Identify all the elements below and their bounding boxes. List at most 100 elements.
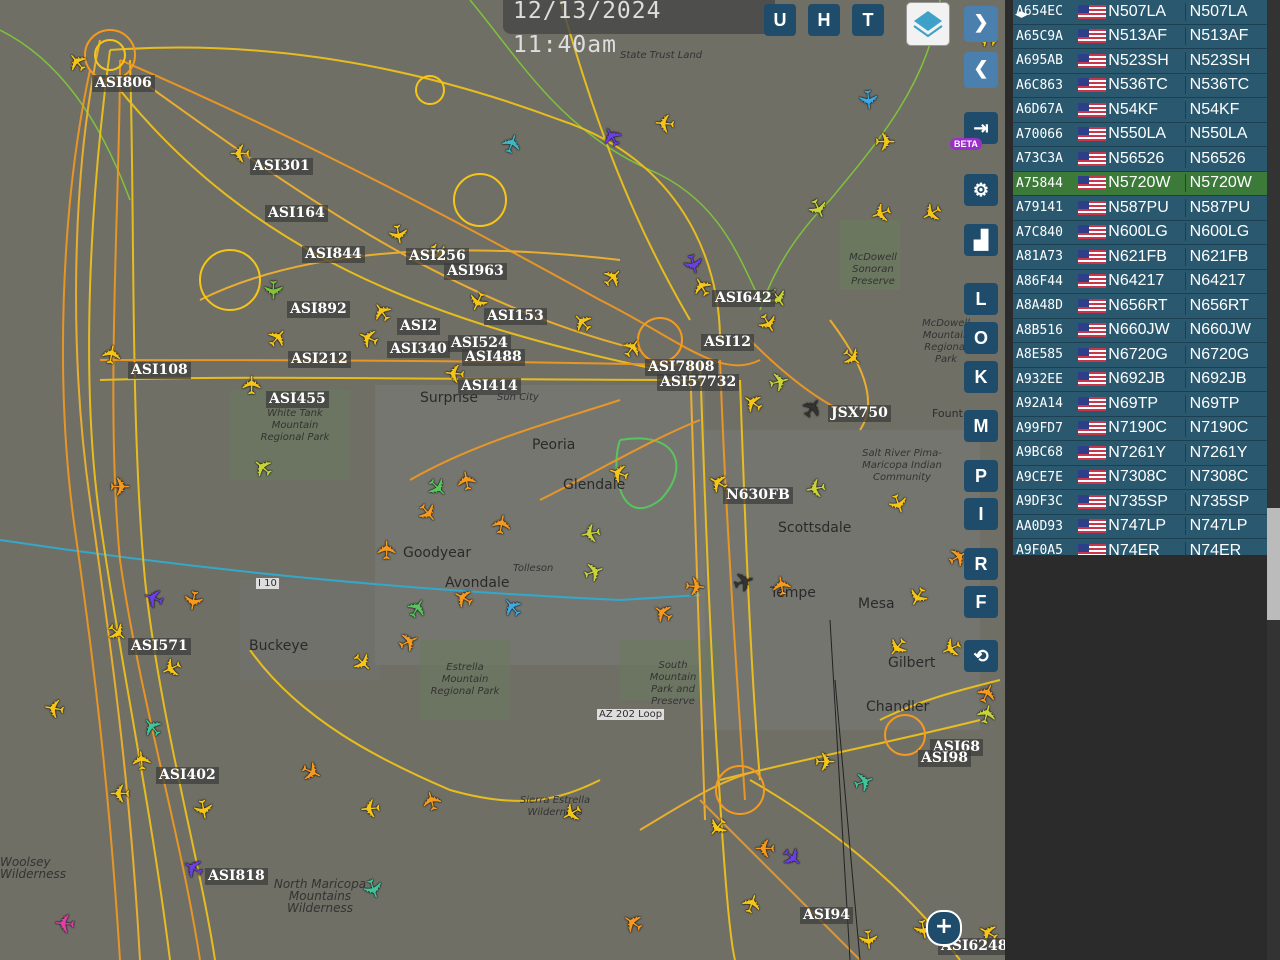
m-button[interactable]: M	[964, 410, 998, 442]
aircraft-label[interactable]: ASI164	[265, 205, 328, 222]
aircraft-label[interactable]: ASI153	[484, 308, 547, 325]
plane-icon[interactable]: ✈	[649, 104, 682, 138]
table-row[interactable]: A92A14 N69TP N69TP	[1013, 392, 1269, 417]
aircraft-label[interactable]: ASI402	[156, 767, 219, 784]
aircraft-label[interactable]: ASI642	[712, 290, 775, 307]
hex-cell: A9BC68	[1016, 445, 1063, 461]
o-button[interactable]: O	[964, 322, 998, 354]
plane-icon[interactable]: ✈	[870, 130, 900, 160]
k-button[interactable]: K	[964, 361, 998, 393]
plane-icon[interactable]: ✈	[451, 463, 488, 498]
aircraft-label[interactable]: ASI98	[918, 750, 972, 767]
r-button[interactable]: R	[964, 548, 998, 580]
gear-icon: ⚙	[972, 180, 990, 200]
p-button[interactable]: P	[964, 460, 998, 492]
table-row[interactable]: A654EC N507LA N507LA	[1013, 0, 1269, 25]
aircraft-label[interactable]: ASI963	[444, 263, 507, 280]
table-row[interactable]: A70066 N550LA N550LA	[1013, 122, 1269, 147]
layers-button[interactable]	[906, 2, 950, 46]
hex-cell: A695AB	[1016, 53, 1063, 69]
plane-icon[interactable]: ✈	[105, 775, 135, 807]
plane-icon[interactable]: ✈	[849, 84, 883, 117]
table-row[interactable]: A79141 N587PU N587PU	[1013, 196, 1269, 221]
aircraft-label[interactable]: ASI892	[287, 301, 350, 318]
u-button[interactable]: U	[764, 4, 796, 36]
i-button[interactable]: I	[964, 498, 998, 530]
aircraft-label[interactable]: ASI12	[701, 334, 755, 351]
plane-icon[interactable]: ✈	[354, 789, 387, 823]
collapse-panel-button[interactable]: ❮	[964, 52, 998, 88]
plane-icon[interactable]: ✈	[255, 275, 287, 305]
aircraft-label[interactable]: JSX750	[828, 405, 891, 422]
table-row[interactable]: A6D67A N54KF N54KF	[1013, 98, 1269, 123]
table-row[interactable]: A86F44 N64217 N64217	[1013, 269, 1269, 294]
plane-icon[interactable]: ✈	[573, 513, 608, 548]
plane-icon[interactable]: ✈	[373, 535, 405, 565]
aircraft-label[interactable]: ASI571	[128, 638, 191, 655]
registration-cell: N621FB	[1189, 247, 1249, 265]
plane-icon[interactable]: ✈	[173, 583, 208, 618]
scrollbar-track[interactable]	[1267, 0, 1280, 960]
table-row[interactable]: A65C9A N513AF N513AF	[1013, 24, 1269, 49]
aircraft-label[interactable]: ASI57732	[657, 374, 740, 391]
rankings-button[interactable]: ▟	[964, 224, 998, 256]
aircraft-label[interactable]: ASI818	[205, 868, 268, 885]
t-button[interactable]: T	[852, 4, 884, 36]
table-row[interactable]: A8A48D N656RT N656RT	[1013, 294, 1269, 319]
plane-icon[interactable]: ✈	[183, 793, 218, 828]
hex-cell: A8A48D	[1016, 298, 1063, 314]
aircraft-label[interactable]: ASI301	[250, 158, 313, 175]
plane-icon[interactable]: ✈	[798, 468, 833, 503]
plane-icon[interactable]: ✈	[810, 750, 840, 780]
add-marker-button[interactable]: +	[926, 910, 962, 946]
f-button[interactable]: F	[964, 586, 998, 618]
plane-icon[interactable]: ✈	[486, 508, 523, 543]
aircraft-label[interactable]: ASI806	[92, 75, 155, 92]
plane-icon[interactable]: ✈	[49, 904, 82, 938]
table-row[interactable]: A8E585 N6720G N6720G	[1013, 343, 1269, 368]
aircraft-label[interactable]: ASI340	[387, 341, 450, 358]
expand-panel-button[interactable]: ❯	[964, 6, 998, 42]
table-row[interactable]: A73C3A N56526 N56526	[1013, 147, 1269, 172]
aircraft-label[interactable]: ASI455	[266, 391, 329, 408]
plane-icon[interactable]: ✈	[679, 572, 712, 607]
l-button[interactable]: L	[964, 283, 998, 315]
registration-cell: N69TP	[1189, 394, 1240, 412]
table-row[interactable]: A7C840 N600LG N600LG	[1013, 220, 1269, 245]
table-row[interactable]: A932EE N692JB N692JB	[1013, 367, 1269, 392]
table-row[interactable]: A6C863 N536TC N536TC	[1013, 73, 1269, 98]
aircraft-label[interactable]: ASI108	[128, 362, 191, 379]
table-row[interactable]: A695AB N523SH N523SH	[1013, 49, 1269, 74]
plane-icon[interactable]: ✈	[38, 688, 73, 723]
settings-button[interactable]: ⚙	[964, 174, 998, 206]
hex-cell: A65C9A	[1016, 28, 1063, 44]
plane-icon[interactable]: ✈	[105, 475, 135, 505]
table-row[interactable]: A9F0A5 N74ER N74ER	[1013, 539, 1269, 555]
aircraft-label[interactable]: ASI414	[458, 378, 521, 395]
table-row[interactable]: AA0D93 N747LP N747LP	[1013, 514, 1269, 539]
table-row[interactable]: A75844 N5720W N5720W	[1013, 171, 1269, 196]
table-row[interactable]: A81A73 N621FB N621FB	[1013, 245, 1269, 270]
plane-icon[interactable]: ✈	[750, 830, 780, 862]
table-row[interactable]: A9CE7E N7308C N7308C	[1013, 465, 1269, 490]
replay-button[interactable]: ⟲	[964, 640, 998, 672]
plane-icon[interactable]: ✈	[849, 924, 883, 957]
aircraft-label[interactable]: ASI94	[800, 907, 854, 924]
expand-arrows-icon[interactable]: ◂▸	[1015, 7, 1028, 22]
aircraft-label[interactable]: ASI2	[397, 318, 441, 335]
aircraft-label[interactable]: ASI212	[288, 351, 351, 368]
us-flag-icon	[1078, 127, 1107, 142]
table-row[interactable]: A9BC68 N7261Y N7261Y	[1013, 441, 1269, 466]
table-row[interactable]: A8B516 N660JW N660JW	[1013, 318, 1269, 343]
table-row[interactable]: A9DF3C N735SP N735SP	[1013, 490, 1269, 515]
h-button[interactable]: H	[808, 4, 840, 36]
registration-cell: N747LP	[1189, 517, 1248, 535]
scrollbar-thumb[interactable]	[1267, 508, 1280, 620]
table-row[interactable]: A99FD7 N7190C N7190C	[1013, 416, 1269, 441]
aircraft-label[interactable]: ASI844	[302, 246, 365, 263]
aircraft-label[interactable]: N630FB	[723, 487, 793, 504]
hex-cell: A6C863	[1016, 77, 1063, 93]
plane-icon[interactable]: ✈	[766, 568, 803, 603]
aircraft-label[interactable]: ASI488	[462, 349, 525, 366]
flight-map[interactable]: State Trust Land McDowell Sonoran Preser…	[0, 0, 1005, 960]
